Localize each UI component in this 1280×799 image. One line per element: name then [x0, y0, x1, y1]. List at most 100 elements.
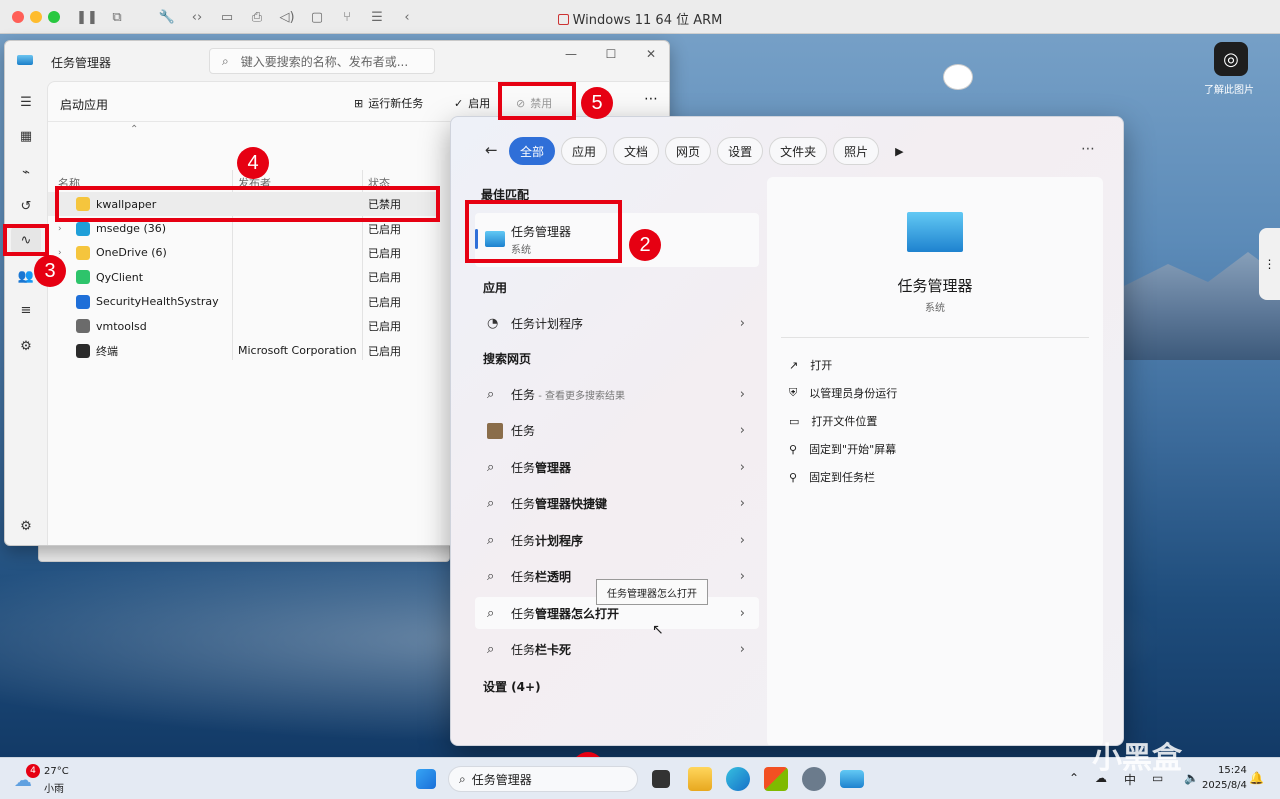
- search-icon: ⌕: [487, 532, 495, 548]
- detail-action-item[interactable]: ▭ 打开文件位置: [789, 413, 877, 429]
- search-icon: ⌕: [487, 642, 495, 657]
- detail-divider: [781, 337, 1089, 338]
- web-result-item[interactable]: ⌕ 任务管理器快捷键 ›: [475, 488, 759, 520]
- chevron-right-icon[interactable]: ›: [740, 423, 745, 438]
- settings-gear-icon[interactable]: [802, 767, 826, 791]
- vm-icon: [557, 14, 569, 25]
- web-result-item[interactable]: ⌕ 任务 - 查看更多搜索结果 ›: [475, 378, 759, 410]
- vm-title: Windows 11 64 位 ARM: [0, 9, 1280, 28]
- chevron-right-icon[interactable]: ›: [740, 642, 745, 657]
- chevron-right-icon[interactable]: ›: [740, 606, 745, 621]
- more-options-icon[interactable]: ⋯: [644, 91, 658, 107]
- search-tab[interactable]: 文件夹: [769, 137, 828, 165]
- task-manager-sidebar: ☰ ▦ ⌁ ↺ ∿ 👥 ≡ ⚙ ⚙: [5, 81, 47, 545]
- table-row[interactable]: › OneDrive (6) 已启用: [48, 241, 438, 265]
- settings-icon[interactable]: ⚙: [11, 513, 41, 539]
- row-status: 已启用: [368, 271, 401, 285]
- chevron-right-icon[interactable]: ›: [740, 533, 745, 548]
- search-tab[interactable]: 网页: [665, 137, 712, 165]
- volume-icon[interactable]: 🔈: [1184, 771, 1199, 785]
- side-panel-tab[interactable]: ⋮: [1259, 228, 1280, 300]
- app-icon: [76, 270, 90, 285]
- chevron-right-icon[interactable]: ›: [740, 316, 745, 331]
- search-tab[interactable]: 应用: [561, 137, 608, 165]
- sort-up-icon[interactable]: ⌃: [130, 124, 138, 135]
- maximize-icon[interactable]: ☐: [591, 47, 631, 67]
- table-row[interactable]: vmtoolsd 已启用: [48, 314, 438, 338]
- image-thumb-icon: [487, 422, 503, 439]
- chevron-right-icon[interactable]: ›: [740, 496, 745, 511]
- chevron-right-icon[interactable]: ›: [740, 460, 745, 475]
- cat-widget-icon[interactable]: [943, 64, 973, 90]
- app-history-icon[interactable]: ↺: [11, 193, 41, 219]
- windows-taskbar: ☁ 4 27°C 小雨 ⌕ 任务管理器 ⌃ ☁ 中 ▭ 🔈 15:24 2025…: [0, 757, 1280, 799]
- weather-desc: 小雨: [44, 784, 64, 795]
- search-icon: ⌕: [487, 496, 495, 511]
- expand-chevron-icon[interactable]: ›: [58, 224, 62, 234]
- camera-lens-icon[interactable]: ◎: [1214, 42, 1248, 76]
- search-tab[interactable]: 文档: [613, 137, 660, 165]
- search-icon: ⌕: [487, 459, 495, 475]
- processes-icon[interactable]: ▦: [11, 123, 41, 149]
- store-icon[interactable]: [764, 767, 788, 791]
- web-result-item[interactable]: ⌕ 任务管理器 ›: [475, 451, 759, 483]
- clock-date[interactable]: 2025/8/4: [1202, 780, 1247, 791]
- detail-subtitle: 系统: [925, 303, 945, 314]
- run-new-task-button[interactable]: ⊞ 运行新任务: [354, 95, 423, 111]
- detail-action-item[interactable]: ⚲ 固定到"开始"屏幕: [789, 441, 896, 457]
- clock-time[interactable]: 15:24: [1218, 765, 1247, 776]
- app-result-item[interactable]: ◔ 任务计划程序 ›: [475, 307, 759, 339]
- edge-icon[interactable]: [726, 767, 750, 791]
- row-status: 已启用: [368, 344, 401, 358]
- details-icon[interactable]: ≡: [11, 297, 41, 323]
- chevron-up-icon[interactable]: ⌃: [1069, 771, 1079, 785]
- task-view-icon[interactable]: [652, 770, 670, 788]
- taskbar-search-input[interactable]: ⌕ 任务管理器: [448, 766, 638, 792]
- search-tab[interactable]: 全部: [509, 137, 556, 165]
- task-manager-search-input[interactable]: ⌕ 键入要搜索的名称、发布者或...: [209, 48, 435, 74]
- row-status: 已启用: [368, 246, 401, 260]
- chevron-right-icon[interactable]: ›: [740, 387, 745, 402]
- open-icon: ↗: [789, 358, 799, 372]
- weather-widget[interactable]: ☁ 4: [14, 764, 40, 791]
- search-tab[interactable]: 设置: [717, 137, 764, 165]
- search-icon: ⌕: [459, 771, 466, 786]
- admin-shield-icon: ⛨: [789, 386, 798, 399]
- task-manager-title: 任务管理器: [51, 56, 112, 70]
- detail-action-item[interactable]: ↗ 打开: [789, 357, 832, 373]
- pin-icon: ⚲: [789, 470, 798, 484]
- table-row[interactable]: QyClient 已启用: [48, 265, 438, 289]
- mac-titlebar: ❚❚ ⧉ 🔧 ‹› ▭ ⎙ ◁) ▢ ⑂ ☰ ‹ Windows 11 64 位…: [0, 0, 1280, 34]
- services-icon[interactable]: ⚙: [11, 333, 41, 359]
- notification-bell-icon[interactable]: 🔔: [1249, 771, 1264, 785]
- chevron-right-icon[interactable]: ›: [740, 569, 745, 584]
- table-row[interactable]: 终端 Microsoft Corporation 已启用: [48, 338, 438, 362]
- hamburger-icon[interactable]: ☰: [11, 89, 41, 115]
- detail-action-item[interactable]: ⛨ 以管理员身份运行: [789, 385, 897, 401]
- task-manager-taskbar-icon[interactable]: [840, 770, 864, 788]
- search-placeholder: 键入要搜索的名称、发布者或...: [240, 54, 409, 69]
- more-icon[interactable]: ⋯: [1081, 141, 1095, 157]
- performance-icon[interactable]: ⌁: [11, 159, 41, 185]
- search-tab[interactable]: 照片: [833, 137, 880, 165]
- back-arrow-icon[interactable]: ←: [485, 141, 498, 159]
- detail-action-item[interactable]: ⚲ 固定到任务栏: [789, 469, 875, 485]
- file-explorer-icon[interactable]: [688, 767, 712, 791]
- close-icon[interactable]: ✕: [631, 47, 669, 67]
- page-title: 启动应用: [60, 98, 109, 112]
- weather-temp: 27°C: [44, 766, 69, 777]
- enable-button[interactable]: ✓ 启用: [454, 95, 490, 111]
- web-result-item[interactable]: ⌕ 任务栏卡死 ›: [475, 634, 759, 666]
- web-result-item[interactable]: ⌕ 任务计划程序 ›: [475, 524, 759, 556]
- task-manager-titlebar: 任务管理器 ⌕ 键入要搜索的名称、发布者或... — ☐ ✕: [5, 41, 669, 81]
- tabs-next-icon[interactable]: ▶: [895, 145, 903, 158]
- table-row[interactable]: SecurityHealthSystray 已启用: [48, 290, 438, 314]
- settings-header: 设置 (4+): [483, 680, 541, 694]
- row-status: 已启用: [368, 295, 401, 309]
- folder-icon: ▭: [789, 414, 800, 428]
- minimize-icon[interactable]: —: [551, 47, 591, 67]
- mouse-cursor-icon: ↖: [652, 622, 664, 638]
- windows-start-icon[interactable]: [416, 769, 436, 789]
- annotation-box-3: [3, 224, 49, 256]
- web-result-item[interactable]: 任务 ›: [475, 415, 759, 447]
